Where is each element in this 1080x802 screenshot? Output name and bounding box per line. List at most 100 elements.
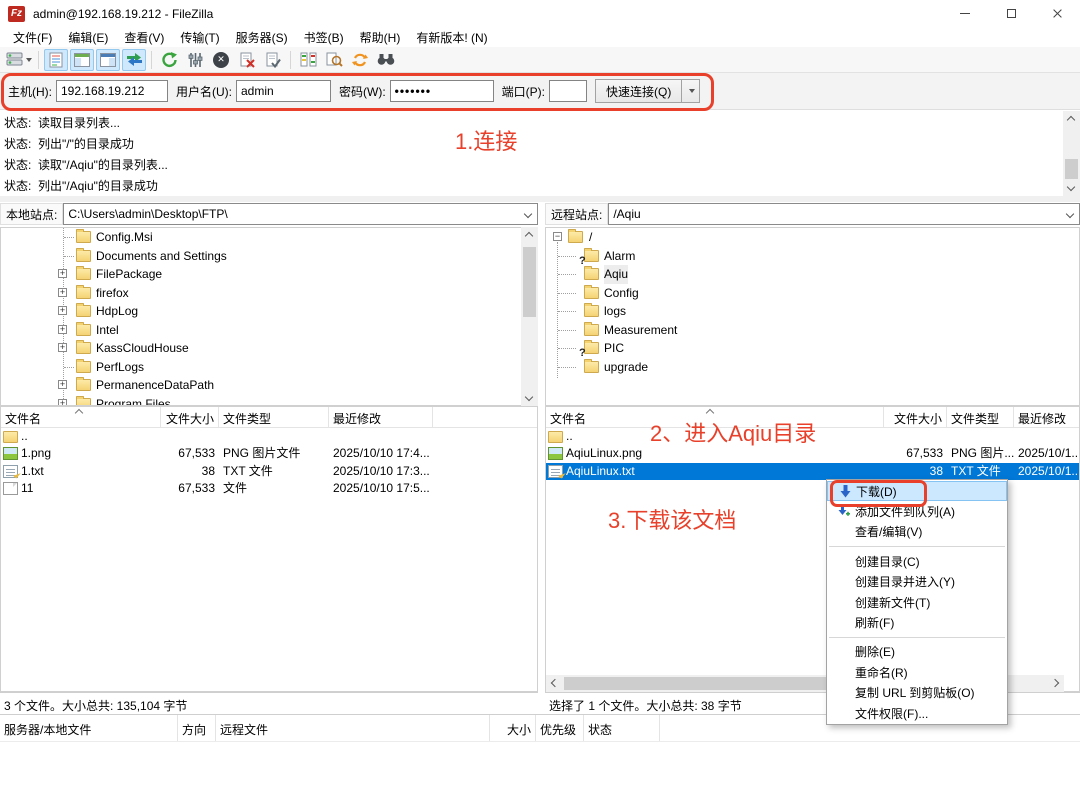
menu-server[interactable]: 服务器(S) (228, 27, 296, 48)
scroll-down-icon (525, 393, 533, 401)
remote-tree-item[interactable]: logs (546, 302, 1079, 321)
minimize-button[interactable] (942, 0, 988, 27)
filter-button[interactable] (374, 49, 398, 71)
directory-comparison-button[interactable] (296, 49, 320, 71)
log-scrollbar[interactable] (1063, 111, 1080, 196)
scroll-thumb[interactable] (1065, 159, 1078, 179)
quickconnect-button[interactable]: 快速连接(Q) (595, 79, 682, 103)
reconnect-button[interactable] (261, 49, 285, 71)
site-manager-button[interactable] (5, 49, 33, 71)
queue-column-size[interactable]: 大小 (490, 715, 536, 741)
menu-item-add-to-queue[interactable]: 添加文件到队列(A) (827, 501, 1007, 521)
local-tree-item[interactable]: +Program Files (1, 395, 537, 407)
maximize-button[interactable] (988, 0, 1034, 27)
menu-item-file-permissions[interactable]: 文件权限(F)... (827, 703, 1007, 723)
expand-icon[interactable]: + (58, 343, 67, 352)
local-tree-item[interactable]: PerfLogs (1, 358, 537, 377)
queue-column-status[interactable]: 状态 (584, 715, 660, 741)
folder-icon (76, 231, 91, 243)
column-header-filetype[interactable]: 文件类型 (947, 407, 1014, 427)
menu-item-copy-url[interactable]: 复制 URL 到剪贴板(O) (827, 683, 1007, 703)
queue-column-priority[interactable]: 优先级 (536, 715, 584, 741)
remote-tree-item[interactable]: Aqiu (546, 265, 1079, 284)
remote-tree-item[interactable]: Config (546, 284, 1079, 303)
column-header-modified[interactable]: 最近修改 (329, 407, 433, 427)
file-row[interactable]: 11 67,533 文件 2025/10/10 17:5... (1, 480, 537, 497)
collapse-icon[interactable]: − (553, 232, 562, 241)
column-header-modified[interactable]: 最近修改 (1014, 407, 1079, 427)
expand-icon[interactable]: + (58, 306, 67, 315)
process-queue-button[interactable] (183, 49, 207, 71)
local-tree-scrollbar[interactable] (521, 227, 538, 406)
menu-item-refresh[interactable]: 刷新(F) (827, 612, 1007, 632)
menu-item-create-directory-enter[interactable]: 创建目录并进入(Y) (827, 572, 1007, 592)
column-header-filetype[interactable]: 文件类型 (219, 407, 329, 427)
local-tree-item[interactable]: Config.Msi (1, 228, 537, 247)
menu-bookmarks[interactable]: 书签(B) (296, 27, 352, 48)
expand-icon[interactable]: + (58, 399, 67, 407)
file-row[interactable]: 1.txt 38 TXT 文件 2025/10/10 17:3... (1, 463, 537, 480)
menu-edit[interactable]: 编辑(E) (60, 27, 116, 48)
local-tree-item[interactable]: Documents and Settings (1, 247, 537, 266)
scroll-thumb[interactable] (523, 247, 536, 317)
annotation-step2: 2、进入Aqiu目录 (650, 416, 816, 448)
menu-transfer[interactable]: 传输(T) (172, 27, 227, 48)
menu-item-rename[interactable]: 重命名(R) (827, 662, 1007, 682)
port-input[interactable] (549, 80, 587, 102)
expand-icon[interactable]: + (58, 269, 67, 278)
folder-icon (76, 324, 91, 336)
remote-tree-icon (100, 53, 116, 67)
menu-item-download[interactable]: 下载(D) (827, 481, 1007, 501)
menu-view[interactable]: 查看(V) (116, 27, 172, 48)
disconnect-button[interactable] (235, 49, 259, 71)
local-site-combo[interactable]: C:\Users\admin\Desktop\FTP\ (63, 203, 538, 225)
menu-item-view-edit[interactable]: 查看/编辑(V) (827, 522, 1007, 542)
queue-column-remote-file[interactable]: 远程文件 (216, 715, 490, 741)
toggle-transfer-queue-button[interactable] (122, 49, 146, 71)
host-input[interactable] (56, 80, 168, 102)
local-tree-item[interactable]: +PermanenceDataPath (1, 376, 537, 395)
password-input[interactable] (390, 80, 494, 102)
find-files-button[interactable] (322, 49, 346, 71)
queue-column-server-local[interactable]: 服务器/本地文件 (0, 715, 178, 741)
local-tree-item[interactable]: +HdpLog (1, 302, 537, 321)
remote-tree-item[interactable]: ?PIC (546, 339, 1079, 358)
local-tree-item[interactable]: +Intel (1, 321, 537, 340)
menu-file[interactable]: 文件(F) (5, 27, 60, 48)
refresh-button[interactable] (157, 49, 181, 71)
remote-tree-item[interactable]: ?Alarm (546, 247, 1079, 266)
folder-icon (584, 268, 599, 280)
remote-site-combo[interactable]: /Aqiu (608, 203, 1080, 225)
menu-item-delete[interactable]: 删除(E) (827, 642, 1007, 662)
menu-new-version[interactable]: 有新版本! (N) (408, 27, 495, 48)
expand-icon[interactable]: + (58, 380, 67, 389)
menu-help[interactable]: 帮助(H) (352, 27, 409, 48)
quickconnect-dropdown[interactable] (682, 79, 700, 103)
local-tree-item[interactable]: +firefox (1, 284, 537, 303)
close-icon (1052, 8, 1063, 19)
queue-column-direction[interactable]: 方向 (178, 715, 216, 741)
column-header-filesize[interactable]: 文件大小 (884, 407, 947, 427)
remote-tree-item-root[interactable]: −/ (546, 228, 1079, 247)
folder-icon (568, 231, 583, 243)
local-tree-item[interactable]: +FilePackage (1, 265, 537, 284)
toggle-local-tree-button[interactable] (70, 49, 94, 71)
close-button[interactable] (1034, 0, 1080, 27)
menu-item-create-directory[interactable]: 创建目录(C) (827, 551, 1007, 571)
file-row[interactable]: 1.png 67,533 PNG 图片文件 2025/10/10 17:4... (1, 445, 537, 462)
menu-item-create-new-file[interactable]: 创建新文件(T) (827, 592, 1007, 612)
expand-icon[interactable]: + (58, 325, 67, 334)
synchronized-browsing-button[interactable] (348, 49, 372, 71)
expand-icon[interactable]: + (58, 288, 67, 297)
toggle-remote-tree-button[interactable] (96, 49, 120, 71)
column-header-filesize[interactable]: 文件大小 (161, 407, 219, 427)
remote-site-label: 远程站点: (545, 203, 608, 225)
cancel-transfer-button[interactable]: ✕ (209, 49, 233, 71)
file-row[interactable]: .. (1, 428, 537, 445)
file-row-selected[interactable]: AqiuLinux.txt 38 TXT 文件 2025/10/1... (546, 463, 1079, 480)
toggle-message-log-button[interactable] (44, 49, 68, 71)
local-tree-item[interactable]: +KassCloudHouse (1, 339, 537, 358)
remote-tree-item[interactable]: Measurement (546, 321, 1079, 340)
remote-tree-item[interactable]: upgrade (546, 358, 1079, 377)
username-input[interactable] (236, 80, 331, 102)
